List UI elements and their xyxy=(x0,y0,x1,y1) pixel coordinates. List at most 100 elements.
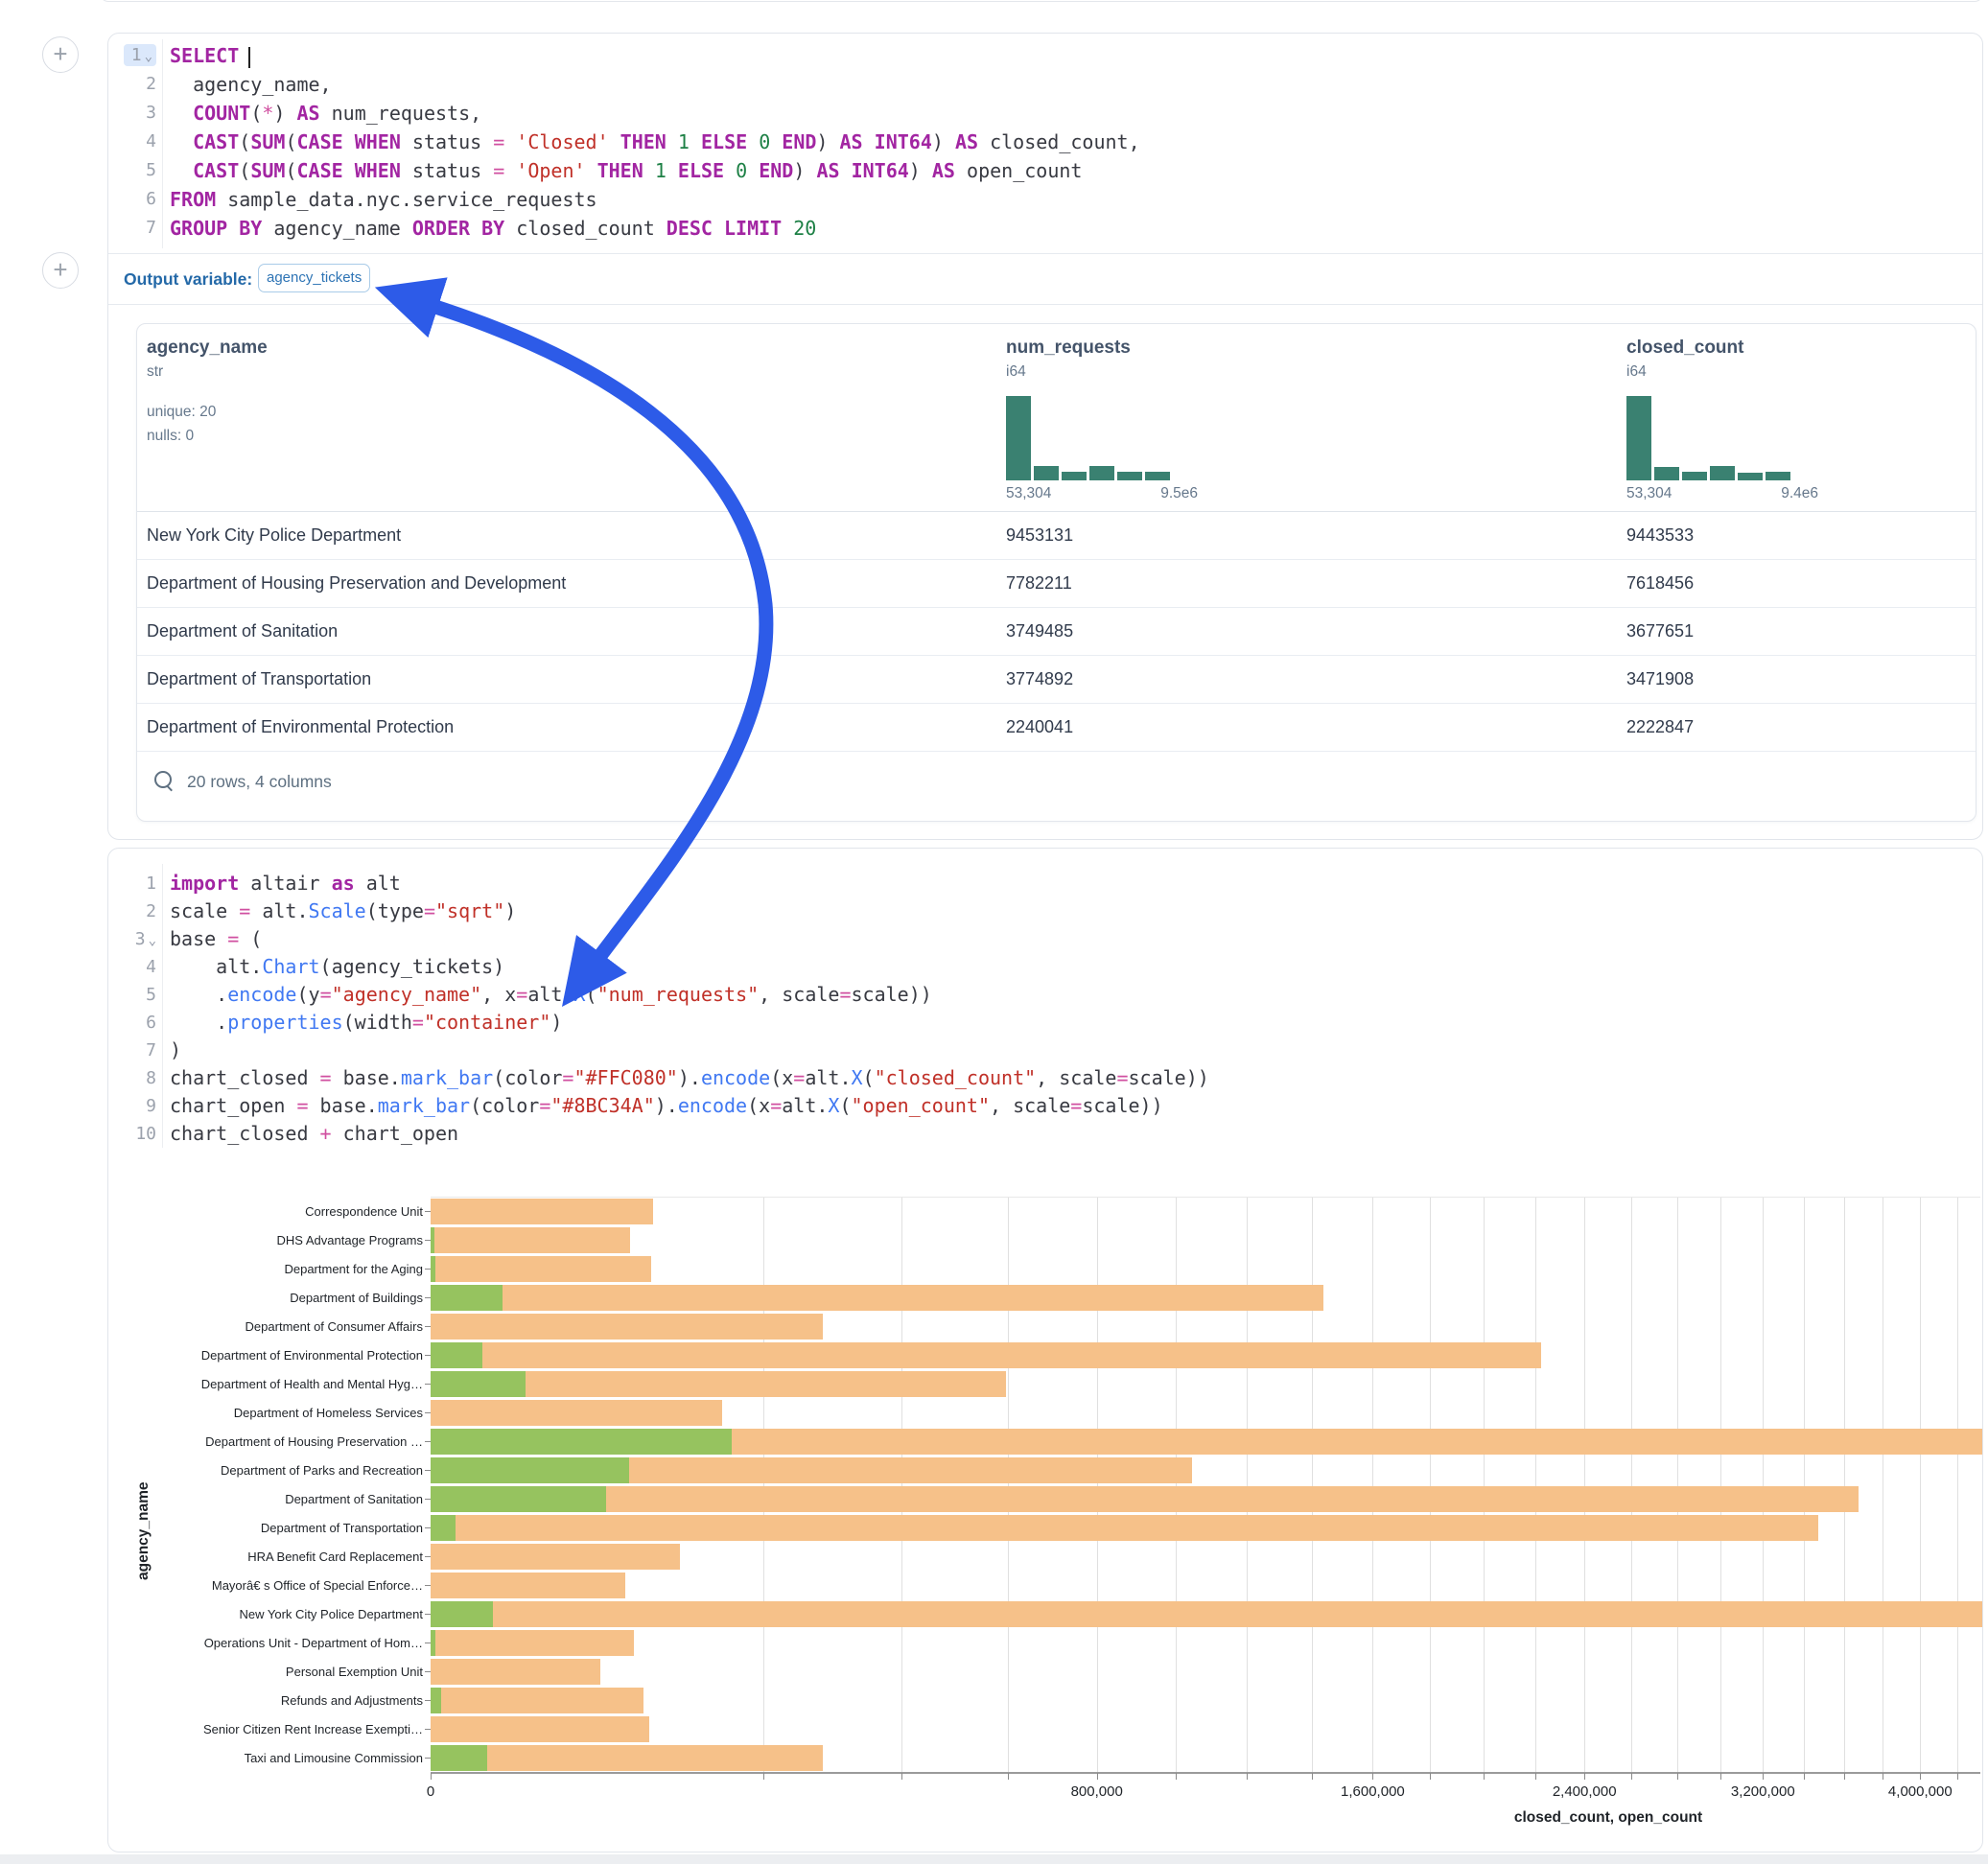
table-row[interactable]: Department of Transportation377489234719… xyxy=(137,656,1976,704)
line-number: 7 xyxy=(108,1037,156,1064)
bar-closed-10 xyxy=(431,1486,1859,1512)
bar-open-10 xyxy=(431,1486,606,1512)
row-count-label: 20 rows, 4 columns xyxy=(187,772,332,792)
x-axis-tick-label: 4,000,000 xyxy=(1888,1783,1953,1800)
add-block-button-output[interactable]: + xyxy=(42,252,79,289)
y-axis-tick xyxy=(425,1614,431,1615)
code-line[interactable]: 6 .properties(width="container") xyxy=(108,1009,1982,1037)
y-axis-label: Department for the Aging xyxy=(110,1262,431,1276)
y-axis-label: Department of Environmental Protection xyxy=(110,1348,431,1363)
x-axis-tick xyxy=(1763,1773,1764,1780)
python-code-editor[interactable]: 1import altair as alt2scale = alt.Scale(… xyxy=(108,870,1982,1148)
sql-code-editor[interactable]: 1⌄SELECT2 agency_name,3 COUNT(*) AS num_… xyxy=(108,41,1982,243)
line-number: 4 xyxy=(108,128,156,156)
histogram-bar xyxy=(1117,472,1142,480)
line-number: 2 xyxy=(108,70,156,99)
y-axis-tick xyxy=(425,1384,431,1385)
column-name: num_requests xyxy=(1006,338,1607,359)
x-axis-tick xyxy=(901,1773,902,1780)
code-line[interactable]: 1import altair as alt xyxy=(108,870,1982,897)
code-line[interactable]: 2scale = alt.Scale(type="sqrt") xyxy=(108,897,1982,925)
bar-closed-19 xyxy=(431,1745,823,1771)
add-block-button-top[interactable]: + xyxy=(42,36,79,73)
column-dtype: i64 xyxy=(1006,363,1607,381)
table-cell: Department of Housing Preservation and D… xyxy=(137,560,996,607)
gridline xyxy=(1097,1197,1098,1772)
code-line[interactable]: 2 agency_name, xyxy=(108,70,1982,99)
divider xyxy=(108,253,1982,254)
code-line[interactable]: 8chart_closed = base.mark_bar(color="#FF… xyxy=(108,1064,1982,1092)
code-line[interactable]: 6FROM sample_data.nyc.service_requests xyxy=(108,185,1982,214)
table-cell: 2222847 xyxy=(1617,704,1976,751)
y-axis-tick xyxy=(425,1585,431,1586)
histogram-max: 9.4e6 xyxy=(1781,485,1818,502)
code-line[interactable]: 4 CAST(SUM(CASE WHEN status = 'Closed' T… xyxy=(108,128,1982,156)
code-line[interactable]: 3⌄base = ( xyxy=(108,925,1982,953)
code-line[interactable]: 7GROUP BY agency_name ORDER BY closed_co… xyxy=(108,214,1982,243)
dataframe-header: agency_namestrunique: 20nulls: 0 num_requ… xyxy=(137,324,1976,512)
bar-open-8 xyxy=(431,1429,732,1455)
code-text: ) xyxy=(170,1037,181,1064)
table-cell: 2240041 xyxy=(996,704,1617,751)
code-line[interactable]: 5 CAST(SUM(CASE WHEN status = 'Open' THE… xyxy=(108,156,1982,185)
code-line[interactable]: 9chart_open = base.mark_bar(color="#8BC3… xyxy=(108,1092,1982,1120)
code-line[interactable]: 7) xyxy=(108,1037,1982,1064)
bar-closed-3 xyxy=(431,1285,1323,1311)
code-line[interactable]: 3 COUNT(*) AS num_requests, xyxy=(108,99,1982,128)
x-axis-line xyxy=(431,1772,1980,1774)
output-variable-pill[interactable]: agency_tickets xyxy=(258,264,370,292)
column-histogram xyxy=(1006,396,1198,480)
gridline xyxy=(1677,1197,1678,1772)
search-icon[interactable] xyxy=(154,771,172,788)
bar-closed-7 xyxy=(431,1400,722,1426)
code-line[interactable]: 5 .encode(y="agency_name", x=alt.X("num_… xyxy=(108,981,1982,1009)
column-dtype: str xyxy=(147,363,987,381)
code-text: CAST(SUM(CASE WHEN status = 'Closed' THE… xyxy=(170,128,1140,156)
code-line[interactable]: 1⌄SELECT xyxy=(108,41,1982,70)
table-row[interactable]: Department of Housing Preservation and D… xyxy=(137,560,1976,608)
code-text: alt.Chart(agency_tickets) xyxy=(170,953,504,981)
table-row[interactable]: New York City Police Department945313194… xyxy=(137,512,1976,560)
code-line[interactable]: 10chart_closed + chart_open xyxy=(108,1120,1982,1148)
y-axis-label: Department of Housing Preservation … xyxy=(110,1434,431,1449)
code-line[interactable]: 4 alt.Chart(agency_tickets) xyxy=(108,953,1982,981)
line-number: 3⌄ xyxy=(108,925,156,955)
bar-closed-0 xyxy=(431,1199,653,1224)
bar-open-19 xyxy=(431,1745,487,1771)
histogram-min: 53,304 xyxy=(1626,485,1672,502)
line-number: 6 xyxy=(108,1009,156,1037)
x-axis-tick-label: 1,600,000 xyxy=(1341,1783,1405,1800)
dataframe-footer[interactable]: 20 rows, 4 columns xyxy=(137,745,1976,821)
table-row[interactable]: Department of Sanitation37494853677651 xyxy=(137,608,1976,656)
x-axis-tick-label: 800,000 xyxy=(1071,1783,1123,1800)
code-text: FROM sample_data.nyc.service_requests xyxy=(170,185,597,214)
code-text: GROUP BY agency_name ORDER BY closed_cou… xyxy=(170,214,816,243)
column-header-num_requests[interactable]: num_requestsi6453,3049.5e6 xyxy=(996,324,1617,511)
x-axis-tick-label: 3,200,000 xyxy=(1731,1783,1795,1800)
code-text: .properties(width="container") xyxy=(170,1009,562,1037)
histogram-bar xyxy=(1710,466,1735,480)
y-axis-tick xyxy=(425,1700,431,1701)
x-axis-tick xyxy=(1176,1773,1177,1780)
histogram-bar xyxy=(1766,472,1790,480)
y-axis-label: Department of Buildings xyxy=(110,1291,431,1305)
bar-closed-12 xyxy=(431,1544,680,1570)
gridline xyxy=(1584,1197,1585,1772)
bar-open-6 xyxy=(431,1371,526,1397)
x-axis-tick xyxy=(1631,1773,1632,1780)
sql-cell: 1⌄SELECT2 agency_name,3 COUNT(*) AS num_… xyxy=(107,33,1983,840)
y-axis-label: Senior Citizen Rent Increase Exempti… xyxy=(110,1722,431,1736)
histogram-bar xyxy=(1062,472,1087,480)
bar-open-3 xyxy=(431,1285,503,1311)
bar-open-14 xyxy=(431,1601,493,1627)
gridline xyxy=(1720,1197,1721,1772)
line-number: 10 xyxy=(108,1120,156,1148)
column-header-agency_name[interactable]: agency_namestrunique: 20nulls: 0 xyxy=(137,324,996,511)
y-axis-label: Mayorâ€ s Office of Special Enforce… xyxy=(110,1578,431,1593)
y-axis-label: Department of Consumer Affairs xyxy=(110,1319,431,1334)
column-header-closed_count[interactable]: closed_counti6453,3049.4e6 xyxy=(1617,324,1976,511)
bar-open-1 xyxy=(431,1227,434,1253)
x-axis-tick xyxy=(1247,1773,1248,1780)
gridline xyxy=(1631,1197,1632,1772)
y-axis-label: Department of Transportation xyxy=(110,1521,431,1535)
